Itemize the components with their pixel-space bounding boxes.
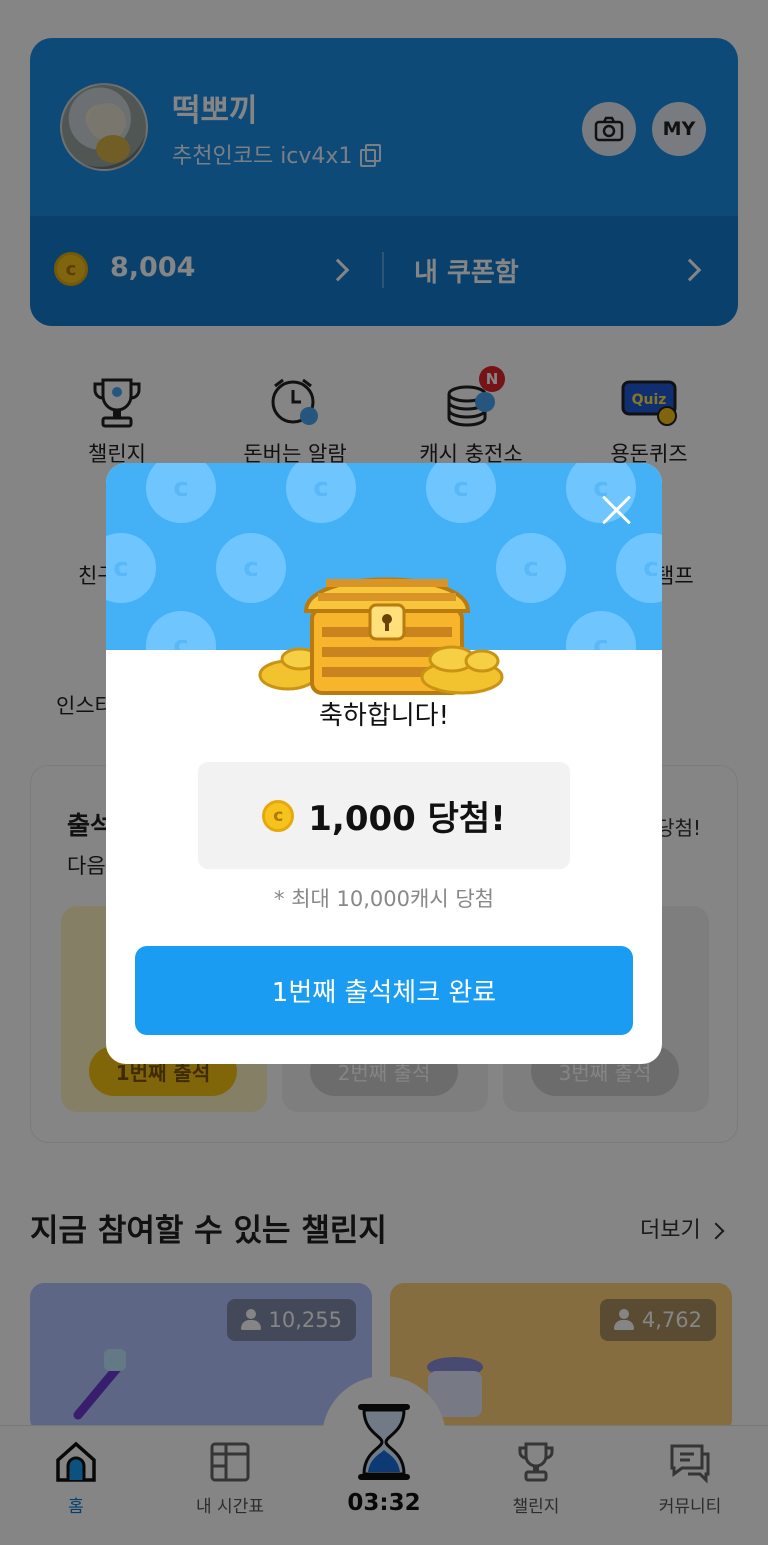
max-prize-note: * 최대 10,000캐시 당첨 (274, 887, 494, 911)
close-icon[interactable] (598, 491, 634, 527)
coin-icon: c (262, 799, 295, 832)
background-coin-icon: c (426, 463, 496, 523)
background-coin-icon: c (286, 463, 356, 523)
prize-text: 1,000 당첨! (308, 799, 506, 839)
prize-box: c 1,000 당첨! (198, 762, 570, 869)
background-coin-icon: c (616, 533, 662, 603)
background-coin-icon: c (566, 611, 636, 650)
congrats-text: 축하합니다! (318, 701, 450, 731)
background-coin-icon: c (106, 533, 156, 603)
attendance-complete-button[interactable]: 1번째 출석체크 완료 (135, 946, 633, 1035)
treasure-chest-icon (258, 577, 504, 695)
background-coin-icon: c (146, 463, 216, 523)
reward-modal: c c c c c c c c c c 축하합니다! c 1,000 당첨! *… (106, 463, 662, 1064)
background-coin-icon: c (146, 611, 216, 650)
